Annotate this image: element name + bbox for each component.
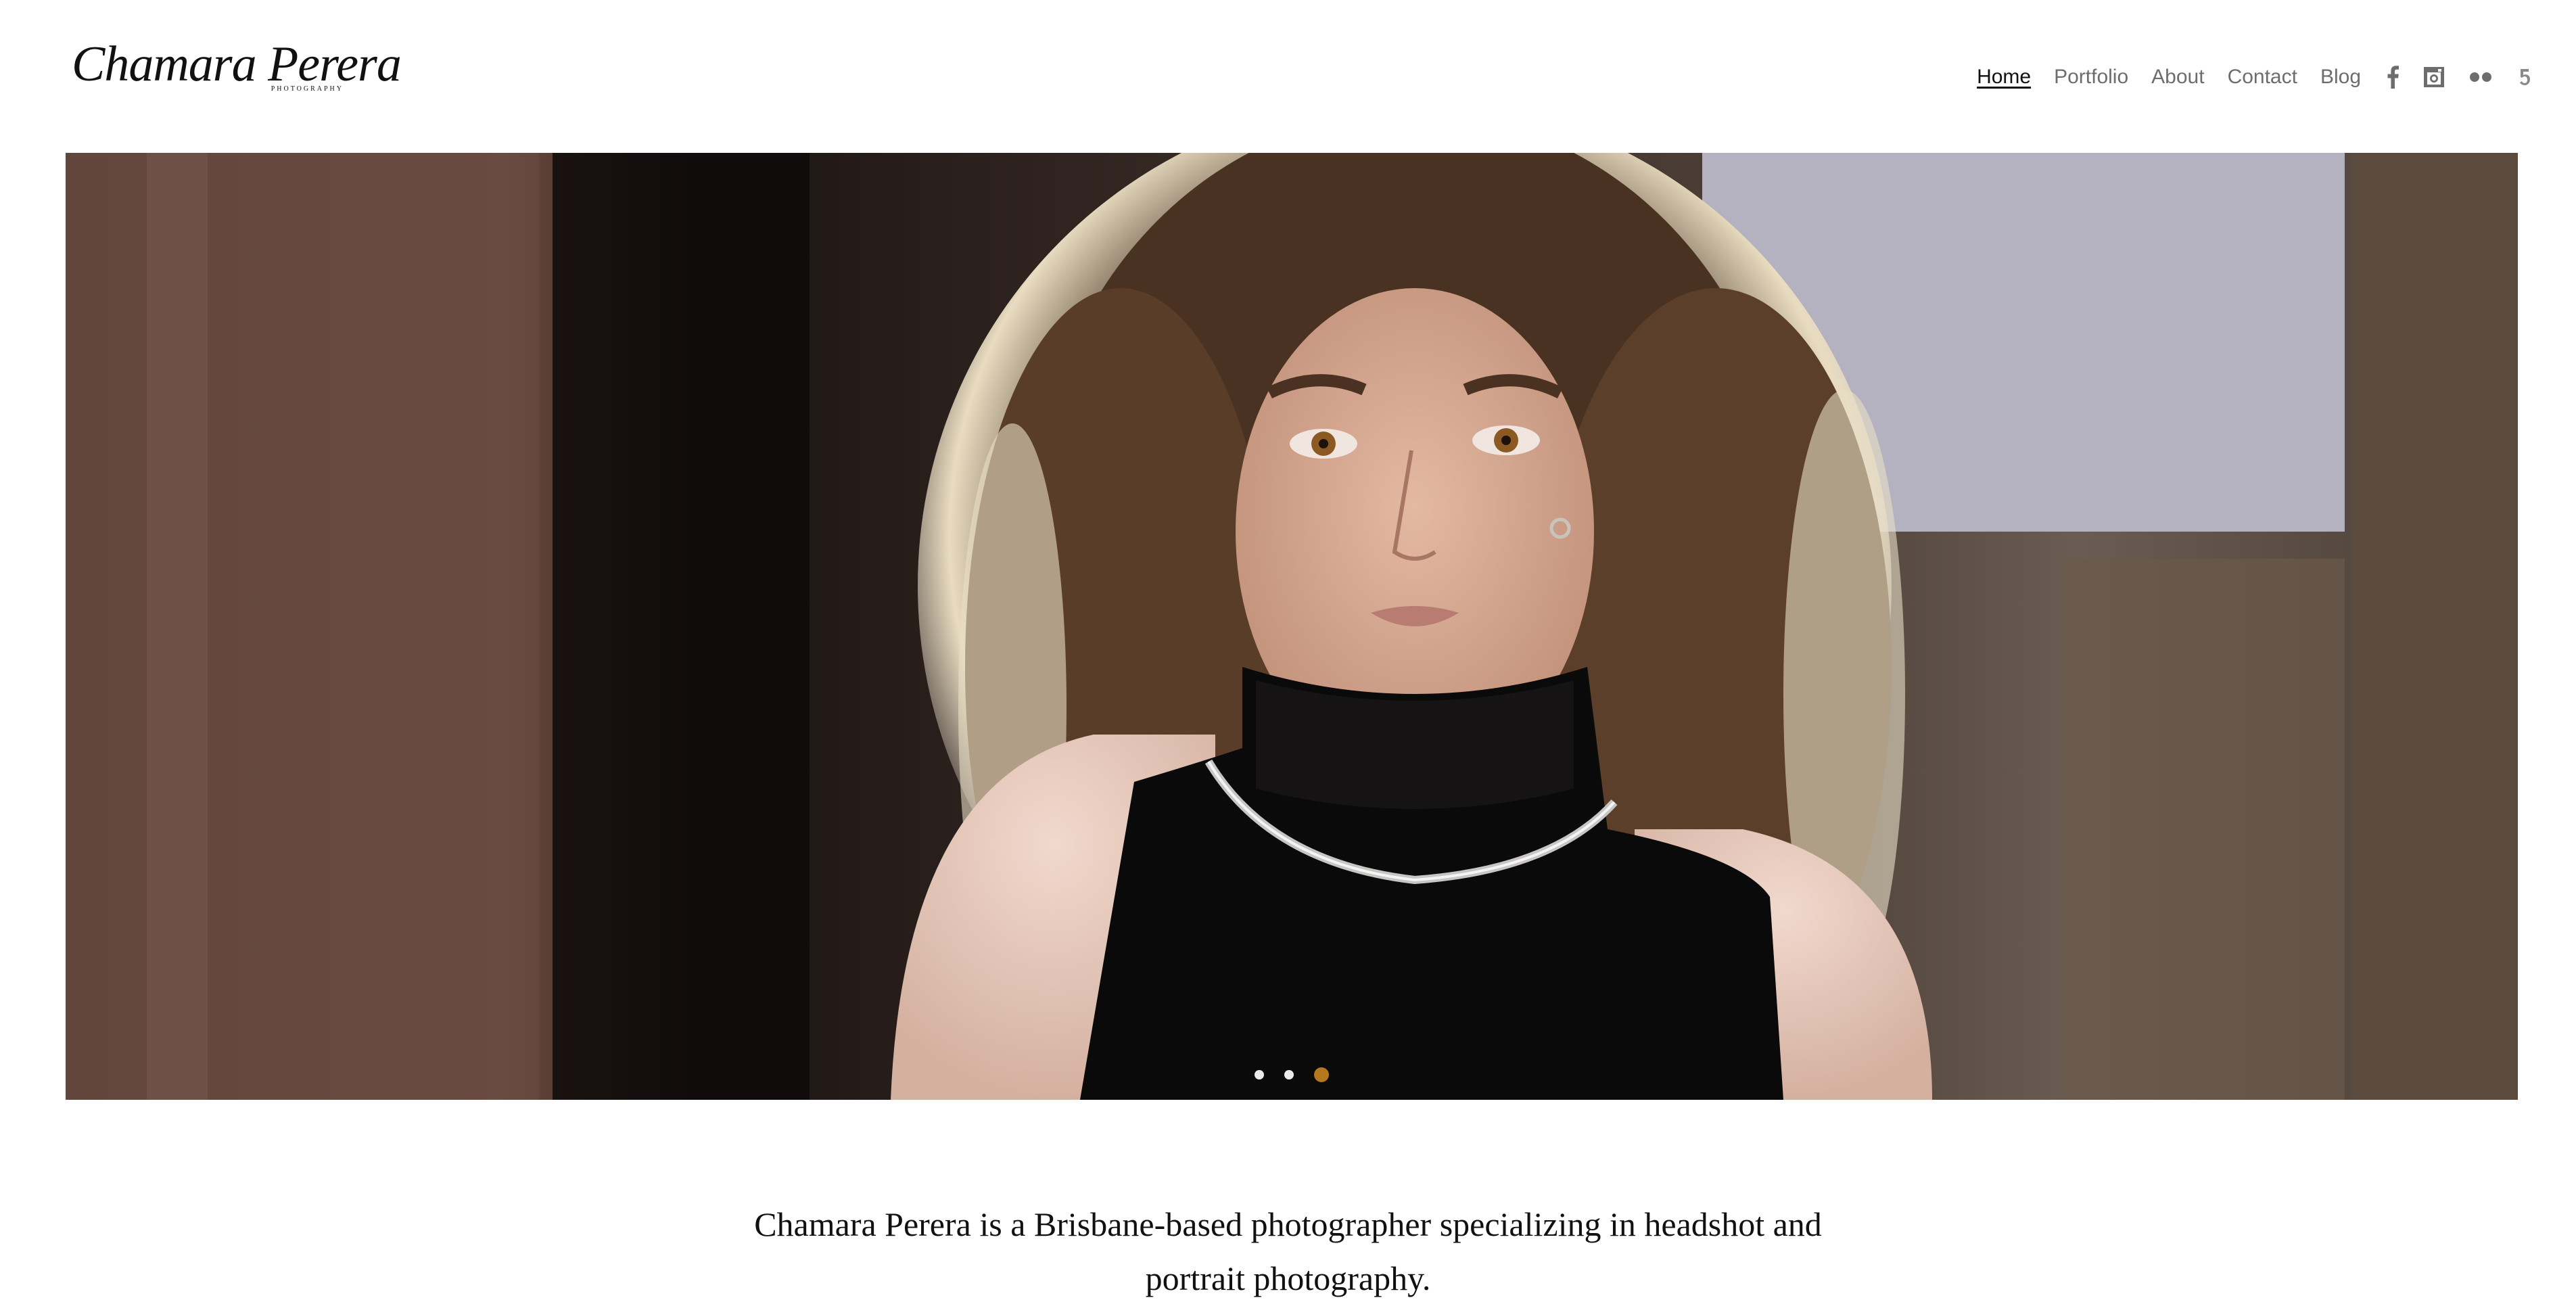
nav-link-blog[interactable]: Blog: [2320, 66, 2361, 89]
nav-link-home[interactable]: Home: [1977, 66, 2031, 89]
nav-link-contact[interactable]: Contact: [2228, 66, 2297, 89]
page: Chamara Perera PHOTOGRAPHY Home Portfoli…: [0, 0, 2576, 1300]
nav-link-about[interactable]: About: [2151, 66, 2204, 89]
hero-slider[interactable]: [66, 153, 2518, 1100]
intro-text: Chamara Perera is a Brisbane-based photo…: [754, 1205, 1822, 1297]
slider-dot-1[interactable]: [1255, 1070, 1264, 1080]
logo-script-text: Chamara Perera: [72, 37, 402, 92]
social-links: [2387, 66, 2533, 89]
slider-dot-2[interactable]: [1284, 1070, 1294, 1080]
500px-icon[interactable]: [2516, 66, 2533, 88]
hero-photo: [66, 153, 2518, 1100]
site-logo[interactable]: Chamara Perera PHOTOGRAPHY: [72, 39, 402, 100]
logo-subtitle: PHOTOGRAPHY: [271, 85, 344, 93]
slider-dots: [66, 1065, 2518, 1085]
slider-dot-3[interactable]: [1314, 1067, 1329, 1082]
instagram-icon[interactable]: [2423, 66, 2445, 88]
site-header: Chamara Perera PHOTOGRAPHY Home Portfoli…: [0, 0, 2576, 153]
intro-section: Chamara Perera is a Brisbane-based photo…: [0, 1197, 2576, 1300]
flickr-icon[interactable]: [2469, 72, 2492, 83]
nav-link-portfolio[interactable]: Portfolio: [2054, 66, 2128, 89]
facebook-icon[interactable]: [2387, 66, 2399, 89]
main-nav: Home Portfolio About Contact Blog: [1977, 60, 2533, 95]
